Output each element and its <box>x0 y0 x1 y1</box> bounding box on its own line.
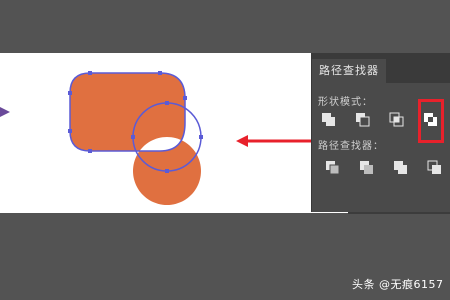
intersect-icon <box>389 112 404 127</box>
panel-tab-bar: 路径查找器 <box>312 53 450 83</box>
artboard[interactable] <box>0 53 348 213</box>
unite-button[interactable] <box>318 109 340 131</box>
divide-button[interactable] <box>322 157 344 179</box>
pathfinders-label: 路径查找器： <box>318 141 384 152</box>
exclude-highlight-box <box>418 99 444 143</box>
watermark: 头条 @无痕6157 <box>352 278 444 291</box>
trim-icon <box>360 161 373 174</box>
tab-pathfinder[interactable]: 路径查找器 <box>312 59 386 83</box>
crop-button[interactable] <box>424 157 446 179</box>
divide-icon <box>326 161 340 175</box>
pointer-arrow <box>236 135 311 147</box>
unite-icon <box>322 113 335 126</box>
trim-button[interactable] <box>356 157 378 179</box>
shape-modes-label: 形状模式： <box>318 97 373 108</box>
left-arrow-tip <box>0 107 10 117</box>
panel-bottom-divider <box>348 212 450 214</box>
merge-button[interactable] <box>390 157 412 179</box>
minus-front-button[interactable] <box>352 109 374 131</box>
minus-front-icon <box>356 113 370 127</box>
crop-icon <box>427 160 441 174</box>
intersect-button[interactable] <box>386 109 408 131</box>
merge-icon <box>394 161 407 174</box>
